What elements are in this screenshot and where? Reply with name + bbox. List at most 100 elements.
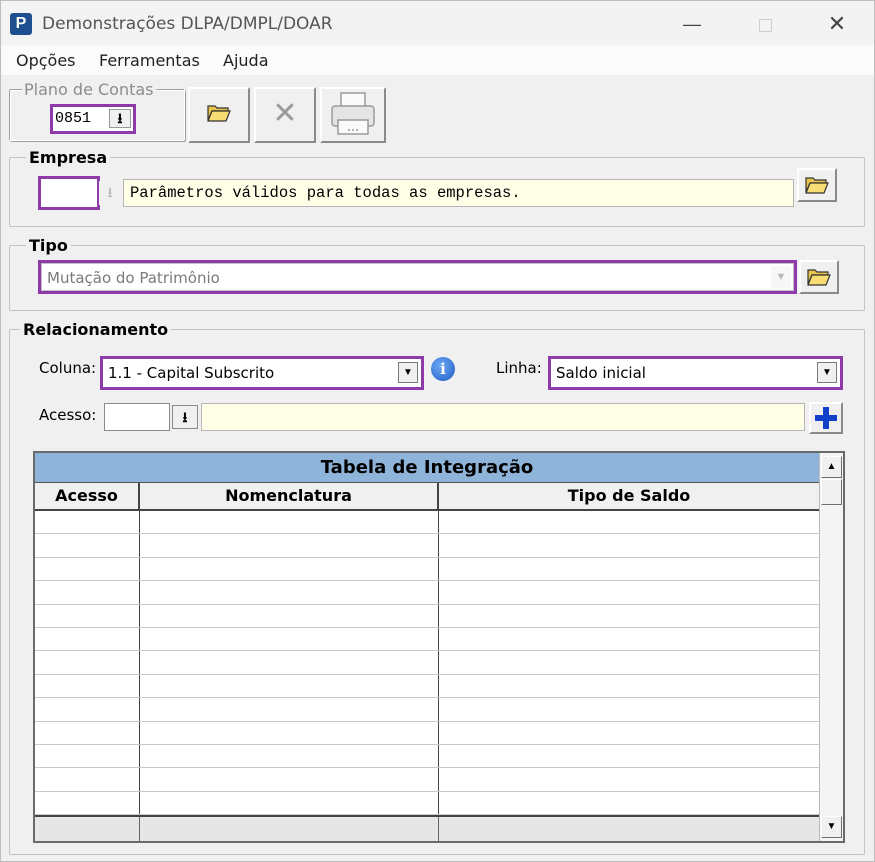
- table-cell[interactable]: [140, 581, 439, 604]
- table-row[interactable]: [35, 628, 819, 652]
- menu-ajuda[interactable]: Ajuda: [223, 51, 269, 70]
- table-cell[interactable]: [439, 698, 819, 720]
- table-cell[interactable]: [439, 558, 819, 580]
- table-cell[interactable]: [35, 557, 140, 581]
- table-row[interactable]: [35, 674, 819, 699]
- table-cell[interactable]: [140, 557, 439, 581]
- acesso-dropdown-button[interactable]: ⭳: [172, 405, 198, 429]
- table-cell[interactable]: [140, 768, 439, 791]
- cancel-button[interactable]: ✕: [254, 87, 316, 143]
- table-cell[interactable]: [35, 698, 140, 721]
- table-cell[interactable]: [35, 534, 140, 557]
- table-row[interactable]: [35, 721, 819, 745]
- close-window-button[interactable]: ✕: [817, 9, 857, 39]
- plano-de-contas-value: 0851: [55, 110, 92, 127]
- integration-table: Tabela de Integração Acesso Nomenclatura…: [33, 451, 845, 843]
- add-button[interactable]: [809, 402, 843, 434]
- table-cell[interactable]: [35, 628, 140, 651]
- plano-dropdown-button[interactable]: ⭳: [109, 109, 131, 128]
- printer-icon: [331, 92, 375, 135]
- table-cell[interactable]: [439, 605, 819, 627]
- footer-cell: [35, 817, 140, 841]
- table-cell[interactable]: [439, 675, 819, 697]
- table-cell[interactable]: [35, 581, 140, 604]
- table-row[interactable]: [35, 557, 819, 582]
- table-cell[interactable]: [35, 745, 140, 768]
- coluna-select[interactable]: 1.1 - Capital Subscrito ▼: [100, 356, 424, 390]
- table-cell[interactable]: [439, 792, 819, 814]
- close-icon: ✕: [272, 97, 298, 130]
- table-cell[interactable]: [35, 674, 140, 698]
- empresa-description-field[interactable]: Parâmetros válidos para todas as empresa…: [123, 179, 794, 207]
- table-cell[interactable]: [140, 651, 439, 674]
- table-cell[interactable]: [35, 651, 140, 674]
- table-cell[interactable]: [439, 511, 819, 533]
- table-cell[interactable]: [140, 698, 439, 721]
- table-cell[interactable]: [439, 534, 819, 556]
- minimize-button[interactable]: —: [672, 9, 712, 39]
- table-cell[interactable]: [140, 745, 439, 768]
- maximize-button[interactable]: [745, 9, 785, 39]
- table-cell[interactable]: [140, 534, 439, 557]
- folder-open-icon: [807, 269, 831, 286]
- table-row[interactable]: [35, 511, 819, 535]
- table-cell[interactable]: [35, 791, 140, 815]
- print-button[interactable]: [320, 87, 386, 143]
- table-row[interactable]: [35, 768, 819, 792]
- linha-select[interactable]: Saldo inicial ▼: [548, 356, 843, 390]
- table-cell[interactable]: [140, 628, 439, 651]
- table-cell[interactable]: [439, 628, 819, 650]
- menu-ferramentas[interactable]: Ferramentas: [99, 51, 200, 70]
- table-cell[interactable]: [439, 651, 819, 673]
- table-cell[interactable]: [439, 768, 819, 790]
- tipo-label: Tipo: [26, 236, 71, 255]
- acesso-code-input[interactable]: [104, 403, 170, 431]
- vertical-scrollbar[interactable]: ▲ ▼: [819, 453, 843, 841]
- table-title: Tabela de Integração: [35, 453, 819, 483]
- column-header-tipo-de-saldo[interactable]: Tipo de Saldo: [439, 483, 819, 511]
- table-cell[interactable]: [439, 581, 819, 603]
- scroll-thumb[interactable]: [821, 479, 842, 505]
- table-cell[interactable]: [140, 791, 439, 815]
- table-cell[interactable]: [140, 604, 439, 627]
- linha-dropdown-arrow[interactable]: ▼: [817, 362, 837, 383]
- scroll-down-button[interactable]: ▼: [821, 816, 842, 838]
- empresa-code-input[interactable]: [38, 176, 100, 210]
- table-row[interactable]: [35, 581, 819, 605]
- title-bar: P Demonstrações DLPA/DMPL/DOAR — ✕: [1, 1, 874, 45]
- table-cell[interactable]: [35, 604, 140, 627]
- plano-de-contas-field[interactable]: 0851 ⭳: [50, 104, 136, 134]
- table-cell[interactable]: [140, 511, 439, 534]
- table-row[interactable]: [35, 534, 819, 558]
- menu-opcoes[interactable]: Opções: [16, 51, 76, 70]
- table-cell[interactable]: [35, 768, 140, 791]
- relacionamento-label: Relacionamento: [20, 320, 172, 339]
- open-button[interactable]: [188, 87, 250, 143]
- empresa-dropdown-button[interactable]: ⭳: [99, 181, 121, 205]
- info-icon[interactable]: i: [431, 357, 455, 381]
- column-header-nomenclatura[interactable]: Nomenclatura: [140, 483, 439, 511]
- empresa-label: Empresa: [26, 148, 111, 167]
- linha-value: Saldo inicial: [556, 364, 646, 382]
- table-cell[interactable]: [35, 511, 140, 534]
- coluna-dropdown-arrow[interactable]: ▼: [398, 362, 418, 383]
- table-row[interactable]: [35, 698, 819, 722]
- tipo-select[interactable]: Mutação do Patrimônio ▼: [38, 260, 797, 294]
- table-cell[interactable]: [35, 721, 140, 744]
- scroll-up-button[interactable]: ▲: [821, 456, 842, 478]
- acesso-label: Acesso:: [39, 406, 97, 424]
- table-cell[interactable]: [439, 722, 819, 744]
- table-row[interactable]: [35, 745, 819, 769]
- table-row[interactable]: [35, 651, 819, 675]
- acesso-description-field[interactable]: [201, 403, 805, 431]
- tipo-dropdown-arrow[interactable]: ▼: [771, 266, 791, 288]
- table-row[interactable]: [35, 791, 819, 816]
- tipo-open-button[interactable]: [799, 260, 839, 294]
- app-logo-icon: P: [10, 13, 32, 35]
- column-header-acesso[interactable]: Acesso: [35, 483, 140, 511]
- table-cell[interactable]: [439, 745, 819, 767]
- table-row[interactable]: [35, 604, 819, 628]
- empresa-open-button[interactable]: [797, 168, 837, 202]
- table-cell[interactable]: [140, 721, 439, 744]
- table-cell[interactable]: [140, 674, 439, 698]
